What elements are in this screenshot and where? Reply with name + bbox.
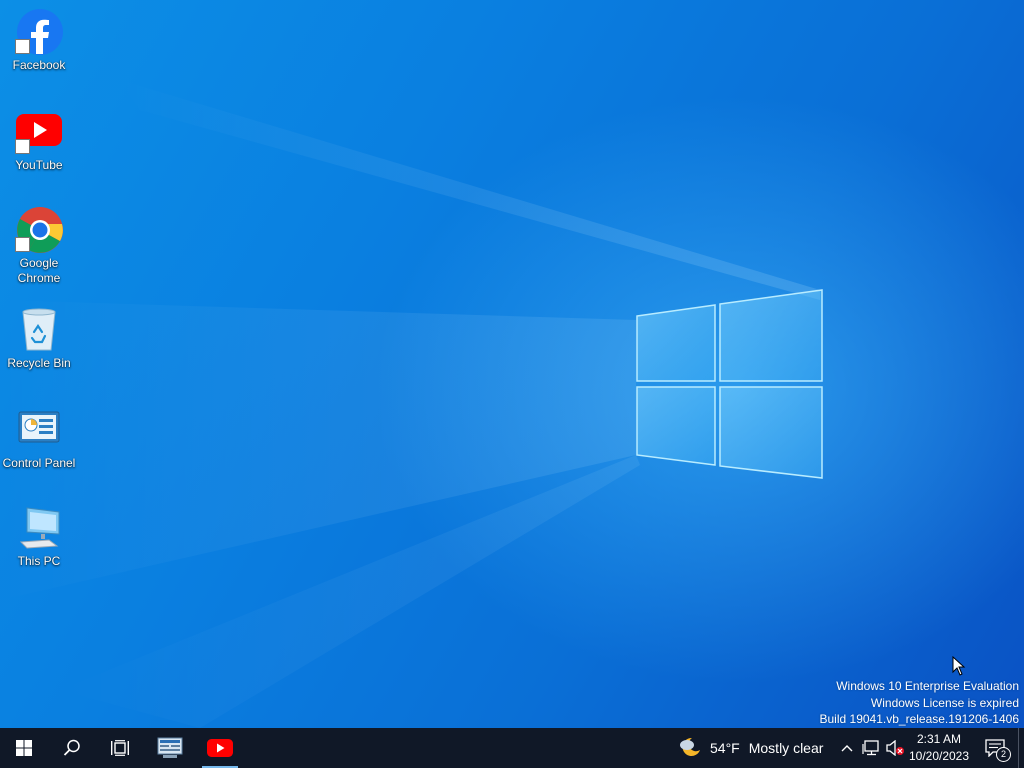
facebook-icon xyxy=(15,8,63,56)
taskbar: 54°F Mostly clear 2:31 AM 10/20/2023 2 xyxy=(0,728,1024,768)
desktop-icon-label: Recycle Bin xyxy=(7,356,71,370)
task-view-button[interactable] xyxy=(96,728,144,768)
desktop[interactable]: Facebook YouTube Google Chrome Recycle B… xyxy=(0,0,1024,728)
task-view-icon xyxy=(111,740,129,756)
desktop-icon-label-line1: Google xyxy=(19,256,59,270)
youtube-icon xyxy=(207,739,233,757)
volume-tray-button[interactable] xyxy=(884,728,906,768)
volume-muted-icon xyxy=(886,740,904,756)
recycle-bin-icon xyxy=(15,306,63,354)
wallpaper xyxy=(0,80,823,728)
watermark-build: Build 19041.vb_release.191206-1406 xyxy=(819,712,1020,726)
taskbar-app-network-tool[interactable] xyxy=(146,728,194,768)
weather-condition: Mostly clear xyxy=(748,740,824,756)
desktop-icon-label: Control Panel xyxy=(2,456,76,470)
chevron-up-icon xyxy=(841,745,853,752)
weather-temperature: 54°F xyxy=(710,740,740,756)
notification-count-badge: 2 xyxy=(996,747,1011,762)
desktop-icon-label: Facebook xyxy=(12,58,66,72)
desktop-icon-label-line2: Chrome xyxy=(17,271,61,285)
desktop-icon-youtube[interactable]: YouTube xyxy=(0,108,78,173)
weather-moon-cloud-icon xyxy=(680,737,700,756)
chrome-icon xyxy=(15,206,63,254)
start-button[interactable] xyxy=(0,728,48,768)
desktop-icon-label: This PC xyxy=(17,554,61,568)
shortcut-arrow-icon xyxy=(15,39,30,54)
desktop-icon-facebook[interactable]: Facebook xyxy=(0,8,78,73)
watermark-license: Windows License is expired xyxy=(870,695,1019,710)
clock-time: 2:31 AM xyxy=(916,732,962,746)
desktop-icon-control-panel[interactable]: Control Panel xyxy=(0,406,78,471)
shortcut-arrow-icon xyxy=(15,139,30,154)
watermark-edition: Windows 10 Enterprise Evaluation xyxy=(836,679,1019,693)
windows-activation-watermark: Windows 10 Enterprise Evaluation Windows… xyxy=(820,678,1020,728)
windows-logo xyxy=(636,289,823,479)
action-center-button[interactable]: 2 xyxy=(978,728,1012,768)
windows-start-icon xyxy=(16,740,32,756)
clock-date: 10/20/2023 xyxy=(908,749,970,763)
desktop-icon-google-chrome[interactable]: Google Chrome xyxy=(0,206,78,286)
weather-widget[interactable]: 54°F Mostly clear xyxy=(678,728,823,768)
network-icon xyxy=(862,740,879,756)
show-hidden-icons-button[interactable] xyxy=(838,728,856,768)
desktop-icon-this-pc[interactable]: This PC xyxy=(0,504,78,569)
mouse-cursor-icon xyxy=(952,656,966,676)
network-app-icon xyxy=(157,737,183,758)
control-panel-icon xyxy=(15,406,63,454)
search-button[interactable] xyxy=(48,728,96,768)
search-icon xyxy=(63,739,80,756)
taskbar-clock[interactable]: 2:31 AM 10/20/2023 xyxy=(905,731,973,765)
show-desktop-button[interactable] xyxy=(1018,728,1024,768)
shortcut-arrow-icon xyxy=(15,237,30,252)
desktop-icon-label: YouTube xyxy=(15,158,63,172)
network-tray-button[interactable] xyxy=(860,728,882,768)
taskbar-app-youtube[interactable] xyxy=(196,728,244,768)
this-pc-icon xyxy=(15,504,63,552)
desktop-icon-recycle-bin[interactable]: Recycle Bin xyxy=(0,306,78,371)
youtube-icon xyxy=(15,108,63,156)
